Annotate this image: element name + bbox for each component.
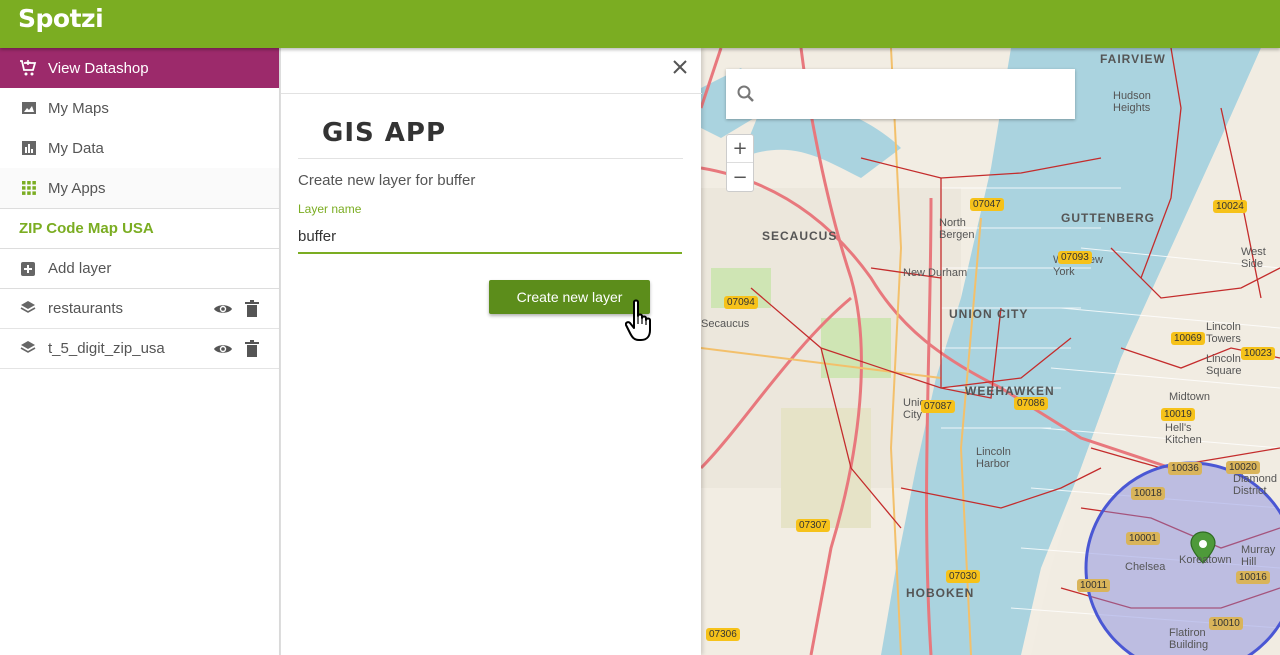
place-label: GUTTENBERG [1061,211,1155,225]
zip-label[interactable]: 10011 [1077,579,1111,592]
gis-app-panel: GIS APP Create new layer for buffer Laye… [280,48,702,655]
nav-label: My Data [48,139,104,157]
place-label: Murray Hill [1241,544,1276,568]
zoom-control: + − [726,134,754,192]
zip-label[interactable]: 10010 [1209,617,1243,630]
place-label: Lincoln Harbor [976,446,1011,470]
zip-label[interactable]: 10001 [1126,532,1160,545]
plus-box-icon [20,260,38,278]
panel-title: GIS APP [322,118,447,148]
eye-icon[interactable] [213,300,233,318]
place-label: HOBOKEN [906,586,975,600]
grid-icon [20,179,38,197]
place-label: Koreatown [1179,554,1232,566]
layer-name: t_5_digit_zip_usa [48,340,165,357]
datashop-label: View Datashop [48,59,149,77]
eye-icon[interactable] [213,340,233,358]
nav-my-maps[interactable]: My Maps [0,88,279,128]
map-search-input[interactable] [764,85,1064,103]
zip-label[interactable]: 07306 [706,628,740,641]
zoom-out-button[interactable]: − [727,163,753,191]
map-title[interactable]: ZIP Code Map USA [0,208,279,249]
layers-icon [20,340,38,358]
zip-label[interactable]: 10036 [1168,462,1202,475]
search-icon [737,85,754,102]
zip-label[interactable]: 10023 [1241,347,1275,360]
zip-label[interactable]: 10019 [1161,408,1195,421]
zip-label[interactable]: 07047 [970,198,1004,211]
place-label: Secaucus [701,318,750,330]
place-label: New Durham [903,267,968,279]
add-layer-label: Add layer [48,260,112,277]
zip-label[interactable]: 07030 [946,570,980,583]
zip-label[interactable]: 10018 [1131,487,1165,500]
chart-icon [20,139,38,157]
zip-label[interactable]: 10024 [1213,200,1247,213]
zip-label[interactable]: 07094 [724,296,758,309]
spotzi-logo[interactable]: Spotzi [18,4,104,33]
place-label: Chelsea [1125,561,1166,573]
zip-label[interactable]: 07087 [921,400,955,413]
zip-label[interactable]: 10016 [1236,571,1270,584]
layer-item-zip[interactable]: t_5_digit_zip_usa [0,329,279,369]
place-label: FAIRVIEW [1100,52,1166,66]
nav-label: My Apps [48,179,106,197]
zip-label[interactable]: 10069 [1171,332,1205,345]
sidebar: View Datashop My Maps My Data My Apps ZI… [0,48,280,655]
layers-icon [20,300,38,318]
top-bar: Spotzi [0,0,1280,48]
map-view[interactable]: + − FAIRVIEW Hudson Heights SECAUCUS Nor… [701,48,1280,655]
zip-label[interactable]: 07307 [796,519,830,532]
place-label: Flatiron Building [1169,627,1209,651]
add-layer-button[interactable]: Add layer [0,249,279,289]
place-label: WEEHAWKEN [965,384,1055,398]
layer-name-input[interactable] [298,220,682,254]
trash-icon[interactable] [245,300,259,318]
nav-my-data[interactable]: My Data [0,128,279,168]
layer-name: restaurants [48,300,124,317]
place-label: SECAUCUS [762,229,838,243]
zip-label[interactable]: 10020 [1226,461,1260,474]
place-label: Hell's Kitchen [1165,422,1202,446]
layer-item-restaurants[interactable]: restaurants [0,289,279,329]
trash-icon[interactable] [245,340,259,358]
divider [281,93,702,94]
view-datashop-button[interactable]: View Datashop [0,48,279,88]
place-label: Midtown [1169,391,1210,403]
place-label: North Bergen [939,217,975,241]
image-icon [20,99,38,117]
cart-icon [20,60,37,76]
layer-name-label: Layer name [298,202,362,216]
nav-label: My Maps [48,99,109,117]
zip-label[interactable]: 07086 [1014,397,1048,410]
hand-pointer-icon [625,299,651,341]
place-label: Diamond District [1233,473,1278,497]
close-icon[interactable] [671,58,689,76]
panel-subtitle: Create new layer for buffer [298,172,476,189]
place-label: Hudson Heights [1113,90,1151,114]
map-search-box[interactable] [726,69,1075,119]
place-label: West Side [1241,246,1266,270]
place-label: UNION CITY [949,307,1029,321]
zoom-in-button[interactable]: + [727,135,753,163]
zip-label[interactable]: 07093 [1058,251,1092,264]
place-label: Lincoln Towers [1206,321,1241,345]
divider [298,158,683,159]
nav-my-apps[interactable]: My Apps [0,168,279,208]
